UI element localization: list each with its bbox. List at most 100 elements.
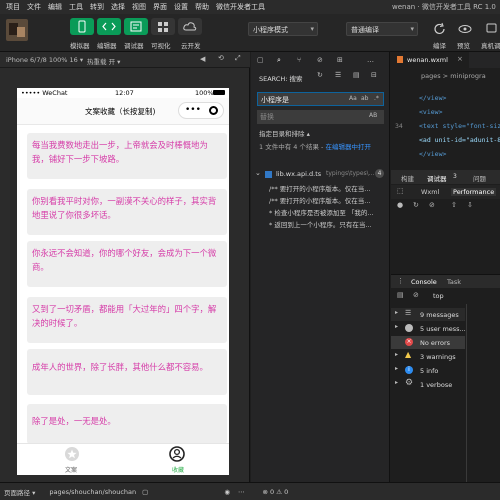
menu-select[interactable]: 选择 [111, 2, 125, 12]
compile-select[interactable]: 普通编译 ▾ [346, 22, 418, 36]
search-input[interactable]: 小程序是 Aa ab .* [257, 92, 384, 106]
rotate-icon[interactable]: ⟲ [218, 54, 224, 62]
search-result[interactable]: * 检查小程序是否被添加至 「我的... [269, 207, 387, 217]
search-result[interactable]: /** 要打开的小程序版本。仅在当... [269, 183, 387, 193]
debug-icon[interactable]: ⊘ [317, 56, 323, 64]
tab-debugger[interactable]: 调试器 [427, 173, 447, 183]
source-control-icon[interactable]: ⑂ [297, 56, 301, 64]
clear-console-icon[interactable]: ⊘ [413, 291, 419, 299]
menu-goto[interactable]: 转到 [90, 2, 104, 12]
menu-file[interactable]: 文件 [27, 2, 41, 12]
menu-view[interactable]: 视图 [132, 2, 146, 12]
collapse-icon[interactable]: ⊟ [371, 71, 377, 79]
eye-icon[interactable]: ◉ [224, 488, 230, 496]
more-icon[interactable]: … [367, 56, 374, 64]
inspect-icon[interactable]: ⬚ [397, 187, 404, 195]
menu-project[interactable]: 项目 [6, 2, 20, 12]
page-path[interactable]: pages/shouchan/shouchan [49, 488, 136, 496]
tab-problems[interactable]: 问题 [473, 173, 486, 183]
menu-help[interactable]: 帮助 [195, 2, 209, 12]
refresh-icon[interactable]: ↻ [317, 71, 323, 79]
code-line[interactable]: </view> [419, 150, 446, 158]
debugger-button[interactable] [124, 18, 148, 35]
tab-performance[interactable]: Performance [451, 188, 497, 196]
tab-build[interactable]: 构建 [401, 173, 414, 183]
menu-interface[interactable]: 界面 [153, 2, 167, 12]
search-icon[interactable]: ⌕ [277, 56, 281, 65]
regex-icon[interactable]: .* [374, 95, 379, 102]
replace-input[interactable]: 替换 AB [257, 110, 384, 124]
sidebar-toggle-icon[interactable]: ▤ [397, 291, 404, 299]
download-icon[interactable]: ⇩ [467, 201, 473, 209]
reload-icon[interactable]: ↻ [413, 201, 419, 209]
more-icon[interactable]: ⋯ [238, 488, 245, 496]
code-line[interactable]: </view> [419, 94, 446, 102]
compile-button[interactable] [432, 22, 448, 36]
console-filter[interactable]: ▸ ▲ 3 warnings [391, 350, 465, 363]
editor-tab[interactable]: wenan.wxml × [391, 52, 469, 68]
console-filter[interactable]: ▸ ⚙ 1 verbose [391, 378, 465, 391]
simulator-button[interactable] [70, 18, 94, 35]
hot-reload-select[interactable]: 热重载 开 ▾ [87, 56, 120, 66]
console-filter[interactable]: × No errors [391, 336, 465, 349]
problem-counts[interactable]: ⊗ 0 ⚠ 0 [262, 488, 288, 496]
code-line[interactable]: <view> [419, 108, 442, 116]
device-select[interactable]: iPhone 6/7/8 100% 16 ▾ [6, 56, 83, 64]
upload-icon[interactable]: ⇧ [451, 201, 457, 209]
result-file-row[interactable]: ⌄ lib.wx.api.d.ts typings\types\... 4 [251, 169, 390, 181]
whole-word-icon[interactable]: ab [361, 95, 369, 102]
open-in-editor-link[interactable]: 在编辑器中打开 [325, 143, 371, 151]
page-path-label[interactable]: 页面路径 ▾ [4, 487, 35, 497]
search-result[interactable]: * 返回到上一个小程序。只有在当... [269, 219, 387, 229]
quote-card[interactable]: 又到了一切矛盾，都能用「大过年的」四个字，解决的时候了。 [27, 297, 227, 343]
capsule-menu[interactable]: ••• [178, 102, 224, 119]
device-debug-button[interactable] [484, 22, 500, 36]
tab-wxml[interactable]: Wxml [421, 188, 439, 196]
console-filter[interactable]: ▸ 5 user mess... [391, 322, 466, 335]
quote-card[interactable]: 你别看我平时对你，一副漠不关心的样子，其实背地里说了你很多坏话。 [27, 189, 227, 235]
mute-icon[interactable]: ◀ [200, 55, 205, 63]
tab-console[interactable]: Console [411, 278, 437, 286]
clear-icon[interactable]: ☰ [335, 71, 341, 79]
console-filter[interactable]: ▸ ☰ 9 messages [391, 308, 465, 321]
code-line[interactable]: <text style="font-siz [419, 122, 500, 130]
tab-task[interactable]: Task [447, 278, 461, 286]
context-select[interactable]: top [433, 292, 444, 300]
match-case-icon[interactable]: Aa [349, 95, 357, 102]
files-icon[interactable]: ▢ [257, 56, 264, 64]
preserve-case-icon[interactable]: AB [369, 112, 377, 119]
cloud-button[interactable] [178, 18, 202, 35]
menu-edit[interactable]: 编辑 [48, 2, 62, 12]
new-search-icon[interactable]: ▤ [353, 71, 360, 79]
drawer-menu-icon[interactable]: ⋮ [397, 277, 404, 285]
zoom-icon[interactable]: ⤢ [235, 54, 241, 63]
copy-icon[interactable]: ▢ [142, 488, 148, 496]
more-icon[interactable]: ••• [185, 105, 201, 115]
console-filter[interactable]: ▸ i 5 info [391, 364, 465, 377]
code-line[interactable]: <ad unit-id="adunit-8a [419, 136, 500, 144]
quote-card[interactable]: 你永远不会知道，你的哪个好友，会成为下一个微商。 [27, 241, 227, 287]
preview-button[interactable] [457, 22, 473, 36]
menu-settings[interactable]: 设置 [174, 2, 188, 12]
menu-wechat-devtools[interactable]: 微信开发者工具 [216, 2, 265, 12]
panel-divider[interactable] [466, 304, 467, 482]
record-icon[interactable]: ● [397, 201, 403, 209]
clear-icon[interactable]: ⊘ [429, 201, 435, 209]
compile-value: 普通编译 [351, 26, 379, 34]
avatar[interactable] [6, 19, 28, 41]
extensions-icon[interactable]: ⊞ [337, 56, 343, 64]
mode-select[interactable]: 小程序模式 ▾ [248, 22, 318, 36]
visualize-button[interactable] [151, 18, 175, 35]
quote-card[interactable]: 成年人的世界，除了长胖，其他什么都不容易。 [27, 349, 227, 395]
menu-tools[interactable]: 工具 [69, 2, 83, 12]
mode-value: 小程序模式 [253, 26, 288, 34]
close-icon[interactable]: × [457, 55, 463, 63]
tab-collection[interactable]: 收藏 [162, 445, 192, 475]
quote-card[interactable]: 除了是处，一无是处。 [27, 404, 227, 444]
search-result[interactable]: /** 要打开的小程序版本。仅在当... [269, 195, 387, 205]
filter-toggle[interactable]: 指定目录和排除 ▴ [259, 128, 310, 138]
tab-wenan[interactable]: 文案 [57, 445, 87, 475]
editor-button[interactable] [97, 18, 121, 35]
close-icon[interactable] [209, 106, 218, 115]
quote-card[interactable]: 每当我费数地走出一步，上帝就会及时棒慨地为我，铺好下一步下坡路。 [27, 133, 227, 179]
